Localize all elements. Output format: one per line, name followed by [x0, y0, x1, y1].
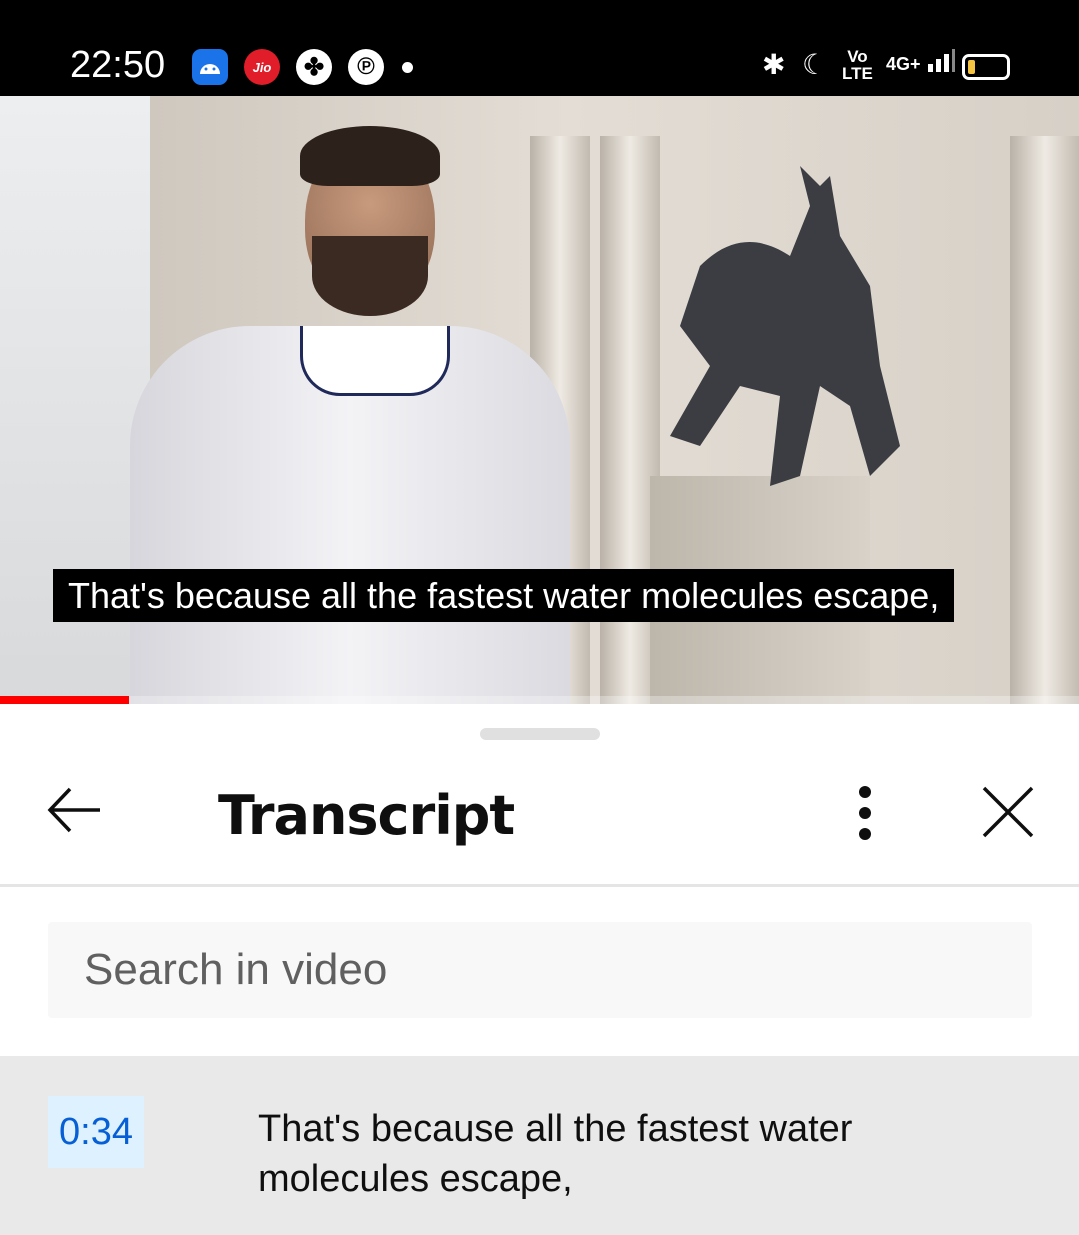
- close-icon: [982, 786, 1034, 838]
- transcript-panel: Transcript 0:34 That's because all the f…: [0, 704, 1079, 1235]
- video-progress-fill: [0, 696, 130, 704]
- jio-icon: Jio: [244, 49, 280, 85]
- do-not-disturb-icon: ☾: [802, 49, 828, 80]
- network-label: 4G+: [886, 54, 921, 74]
- person-beard: [312, 236, 428, 316]
- video-caption: That's because all the fastest water mol…: [53, 569, 955, 622]
- battery-icon: [962, 54, 1010, 80]
- panel-title: Transcript: [218, 784, 515, 847]
- dot-icon: [859, 786, 871, 798]
- volte-icon: Vo LTE: [842, 48, 873, 82]
- search-input[interactable]: [48, 922, 1032, 1018]
- drag-handle[interactable]: [480, 728, 600, 740]
- pinterest-icon: ℗: [348, 49, 384, 85]
- signal-4g-icon: 4G+: [886, 48, 956, 75]
- video-progress-bar[interactable]: [0, 696, 1079, 704]
- dot-icon: [859, 828, 871, 840]
- pinwheel-icon: ✤: [296, 49, 332, 85]
- close-button[interactable]: [976, 780, 1040, 844]
- person-hair: [300, 126, 440, 186]
- segment-timestamp[interactable]: 0:34: [48, 1096, 144, 1168]
- divider: [0, 884, 1079, 887]
- column: [1010, 136, 1079, 704]
- segment-text: That's because all the fastest water mol…: [258, 1108, 853, 1200]
- transcript-segment[interactable]: 0:34 That's because all the fastest wate…: [0, 1056, 1079, 1235]
- bluetooth-icon: ✱: [762, 49, 786, 80]
- dot-icon: [859, 807, 871, 819]
- android-icon: [192, 49, 228, 85]
- volte-label-top: Vo: [847, 47, 868, 66]
- status-bar: 22:50 Jio ✤ ℗ ✱ ☾ Vo LTE 4G+: [0, 0, 1079, 96]
- person-collar: [300, 326, 450, 396]
- video-player[interactable]: That's because all the fastest water mol…: [0, 96, 1079, 704]
- dot-icon: [402, 62, 413, 73]
- back-button[interactable]: [40, 780, 108, 840]
- volte-label-bottom: LTE: [842, 64, 873, 83]
- horse-statue-image: [670, 166, 900, 486]
- more-options-button[interactable]: [838, 778, 892, 848]
- clock: 22:50: [70, 44, 166, 86]
- arrow-left-icon: [47, 787, 100, 833]
